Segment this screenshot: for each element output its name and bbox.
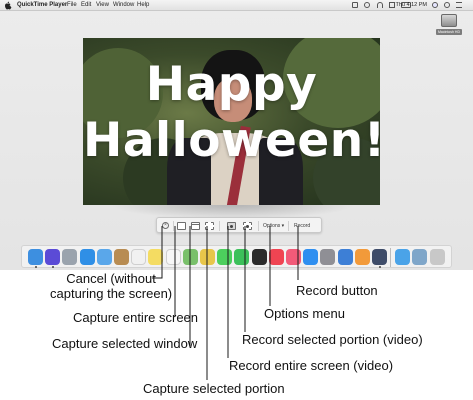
callout-capture-selected-window: Capture selected window: [52, 336, 198, 351]
callout-cancel: Cancel (without capturing the screen): [50, 271, 172, 301]
callout-record-entire-screen: Record entire screen (video): [229, 358, 394, 373]
callout-record-selected-portion: Record selected portion (video): [242, 332, 423, 347]
callout-record-button: Record button: [296, 283, 378, 298]
callout-capture-selected-portion: Capture selected portion: [143, 381, 285, 396]
callout-options-menu: Options menu: [264, 306, 345, 321]
callout-capture-entire-screen: Capture entire screen: [73, 310, 199, 325]
callout-cancel-line-1: Cancel (without: [66, 271, 156, 286]
callout-cancel-line-2: capturing the screen): [50, 286, 173, 301]
